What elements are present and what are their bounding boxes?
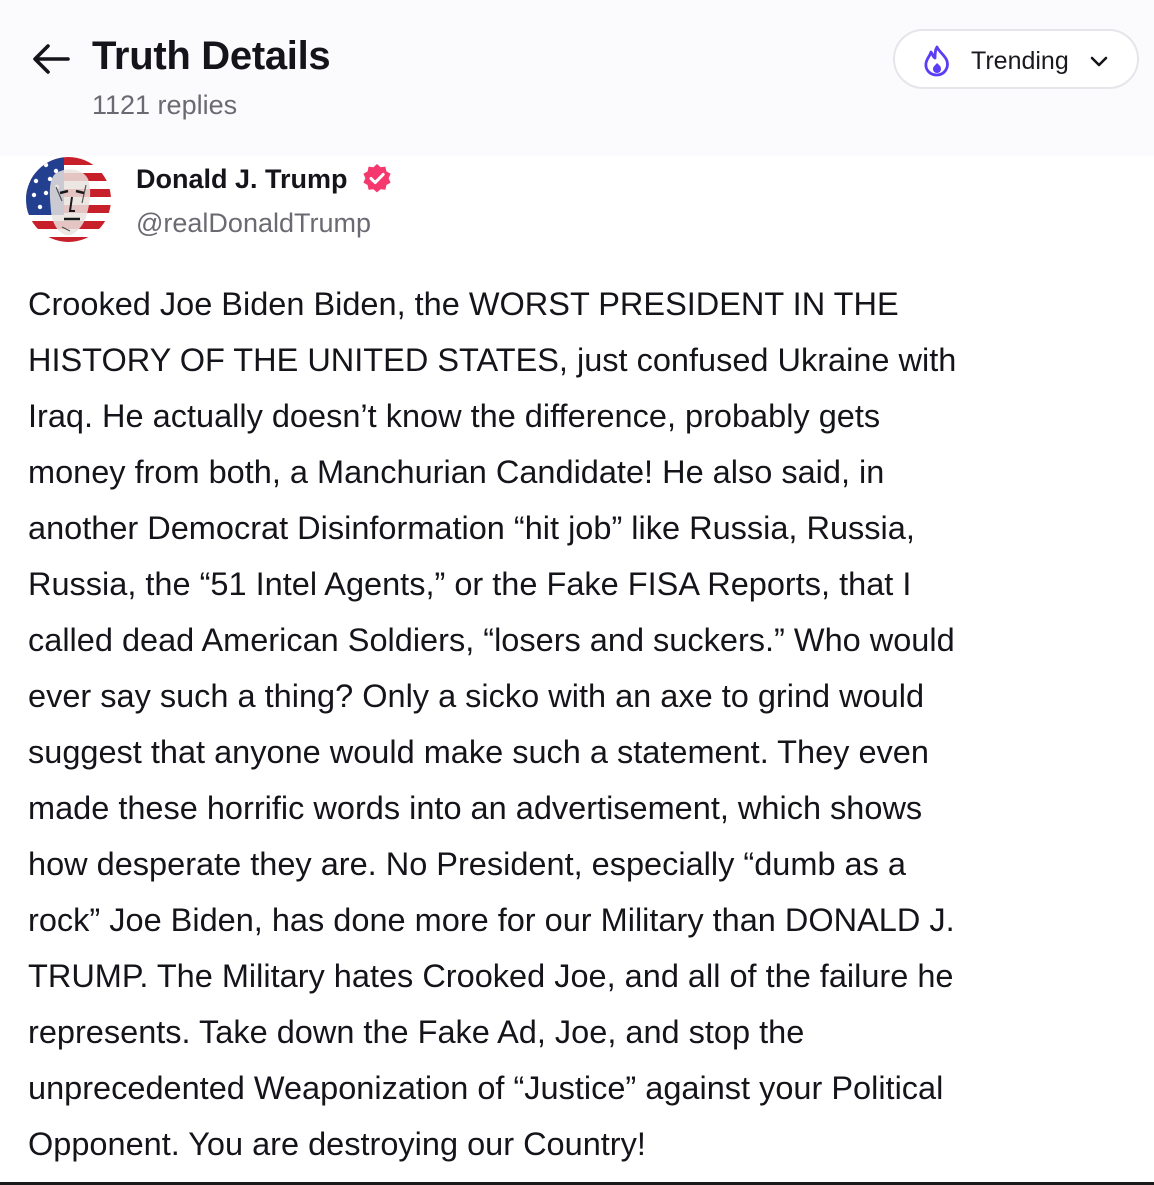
reply-count: 1121 replies <box>92 90 238 120</box>
sort-dropdown[interactable]: Trending <box>893 29 1139 89</box>
post-text-line: unprecedented Weaponization of “Justice”… <box>28 1070 944 1106</box>
post-text-line: Opponent. You are destroying our Country… <box>28 1126 646 1162</box>
arrow-left-icon <box>33 44 70 74</box>
post-text-line: how desperate they are. No President, es… <box>28 846 906 882</box>
post-text-line: Crooked Joe Biden Biden, the WORST PRESI… <box>28 286 899 322</box>
author-name[interactable]: Donald J. Trump <box>136 161 348 197</box>
post-text-line: Russia, the “51 Intel Agents,” or the Fa… <box>28 566 912 602</box>
back-button[interactable] <box>30 38 72 80</box>
post-text-line: TRUMP. The Military hates Crooked Joe, a… <box>28 958 954 994</box>
post-text-line: represents. Take down the Fake Ad, Joe, … <box>28 1014 805 1050</box>
avatar-image <box>26 157 111 242</box>
sort-label: Trending <box>971 47 1069 75</box>
post-text-line: called dead American Soldiers, “losers a… <box>28 622 955 658</box>
page-header: Truth Details 1121 replies Trending <box>0 0 1154 156</box>
post-text-line: ever say such a thing? Only a sicko with… <box>28 678 925 714</box>
post-text-line: money from both, a Manchurian Candidate!… <box>28 454 885 490</box>
flame-icon <box>924 45 949 77</box>
post-text-line: made these horrific words into an advert… <box>28 790 923 826</box>
post-text-line: rock” Joe Biden, has done more for our M… <box>28 902 955 938</box>
chevron-down-icon <box>1090 56 1108 67</box>
post-text-line: another Democrat Disinformation “hit job… <box>28 510 915 546</box>
post-text-line: Iraq. He actually doesn’t know the diffe… <box>28 398 881 434</box>
post-text-line: HISTORY OF THE UNITED STATES, just confu… <box>28 342 957 378</box>
author-handle[interactable]: @realDonaldTrump <box>136 205 371 241</box>
post-text-line: suggest that anyone would make such a st… <box>28 734 929 770</box>
verified-badge-icon <box>363 164 391 193</box>
post-body: Crooked Joe Biden Biden, the WORST PRESI… <box>28 276 1138 1172</box>
author-avatar[interactable] <box>26 157 111 242</box>
page-title: Truth Details <box>92 34 331 78</box>
